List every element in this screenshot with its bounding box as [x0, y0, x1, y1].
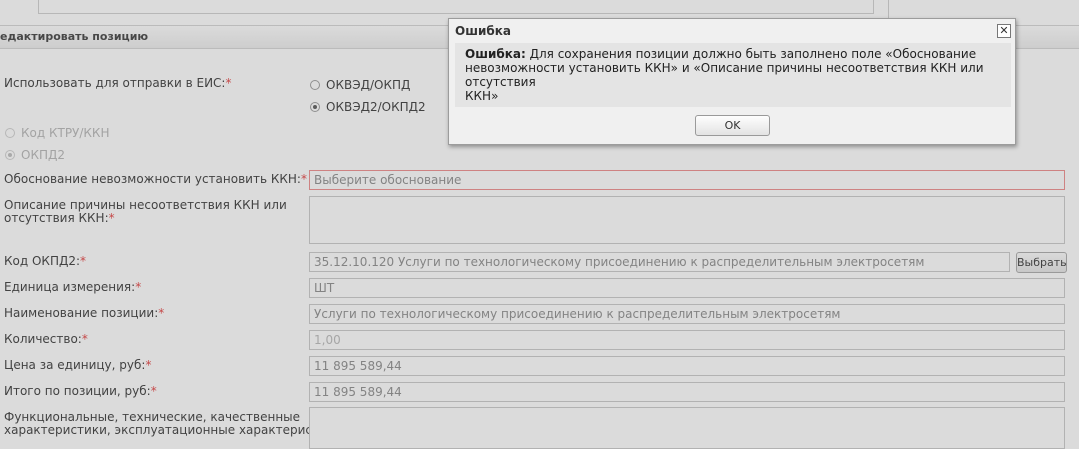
- dialog-message: Ошибка: Для сохранения позиции должно бы…: [455, 43, 1011, 107]
- dialog-message-bold: Ошибка:: [465, 47, 526, 61]
- close-icon[interactable]: ✕: [997, 24, 1011, 38]
- dialog-message-line2: невозможности установить ККН» и «Описани…: [465, 61, 984, 89]
- dialog-message-line1: Для сохранения позиции должно быть запол…: [529, 47, 977, 61]
- ok-button[interactable]: OK: [695, 115, 770, 136]
- page: едактировать позицию Использовать для от…: [0, 0, 1079, 449]
- error-dialog: Ошибка ✕ Ошибка: Для сохранения позиции …: [448, 18, 1016, 145]
- dialog-message-line3: ККН»: [465, 89, 499, 103]
- dialog-title: Ошибка: [455, 24, 511, 38]
- close-glyph: ✕: [999, 24, 1009, 37]
